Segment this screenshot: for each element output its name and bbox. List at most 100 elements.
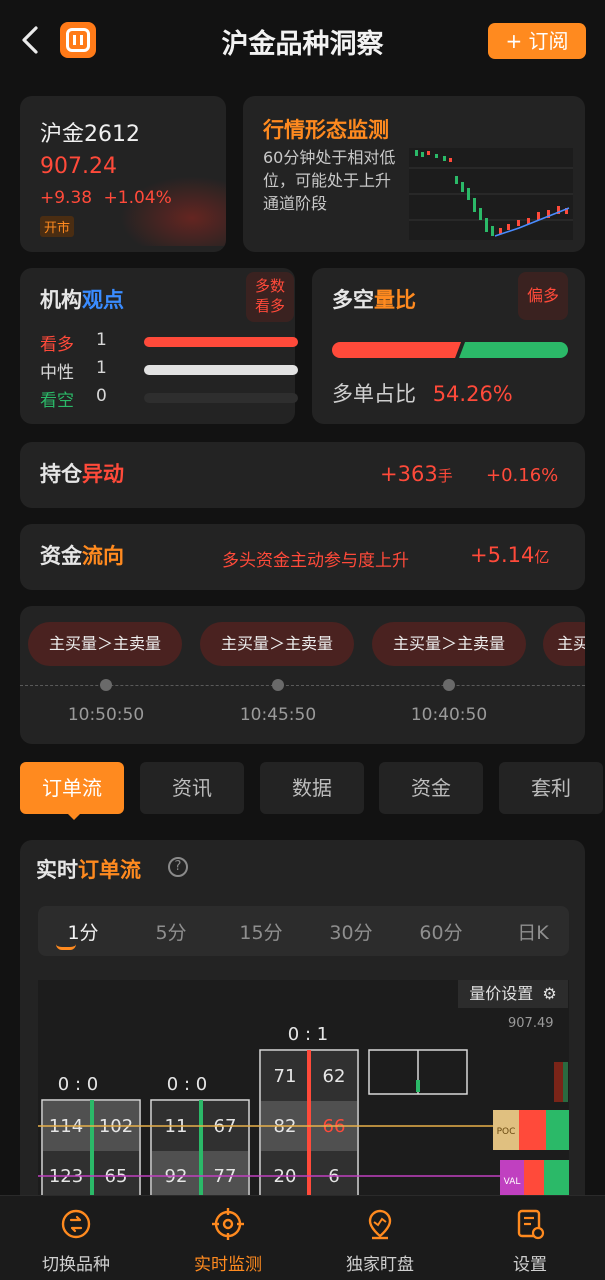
timeline-time: 10:45:50 xyxy=(239,705,317,725)
ratio-tag: 偏多 xyxy=(518,272,568,320)
flow-value-number: +5.14 xyxy=(470,543,535,567)
timeline-signal-pill[interactable]: 主买量＞主卖量 xyxy=(28,622,182,666)
timeline-dot xyxy=(272,679,284,691)
pattern-monitor-card[interactable]: 行情形态监测 60分钟处于相对低位，可能处于上升通道阶段 xyxy=(243,96,585,252)
timeline-time: 10:50:50 xyxy=(67,705,145,725)
nav-label: 设置 xyxy=(513,1255,547,1275)
last-price: 907.24 xyxy=(40,154,117,179)
header-bar: 沪金品种洞察 + 订阅 xyxy=(0,0,605,80)
signal-timeline[interactable]: 主买量＞主卖量 主买量＞主卖量 主买量＞主卖量 主买 10:50:50 10:4… xyxy=(20,606,585,744)
nav-label: 切换品种 xyxy=(42,1255,110,1275)
period-15m[interactable]: 15分 xyxy=(226,918,296,945)
long-ratio-value: 54.26% xyxy=(432,382,513,406)
period-day[interactable]: 日K xyxy=(498,918,568,945)
institution-views-card[interactable]: 机构观点 多数 看多 看多 1 中性 1 看空 0 xyxy=(20,268,298,424)
price-change-pct: +1.04% xyxy=(103,188,172,208)
views-title-a: 机构 xyxy=(40,288,82,312)
long-short-ratio-card[interactable]: 多空量比 偏多 多单占比 54.26% xyxy=(312,268,585,424)
position-change-unit: 手 xyxy=(437,467,453,485)
bottom-navigation: 切换品种 实时监测 独家盯盘 设置 xyxy=(0,1195,605,1280)
views-tag-line1: 多数 xyxy=(254,277,285,295)
period-5m[interactable]: 5分 xyxy=(136,918,206,945)
quote-card[interactable]: 沪金2612 907.24 +9.38 +1.04% 开市 xyxy=(20,96,226,252)
open-interest-card[interactable]: 持仓异动 +363手 +0.16% xyxy=(20,442,585,508)
view-row-count: 1 xyxy=(96,330,107,350)
view-row-bar xyxy=(144,393,298,403)
flow-title: 资金流向 xyxy=(40,540,124,570)
tab-news[interactable]: 资讯 xyxy=(140,762,244,814)
view-row-count: 1 xyxy=(96,358,107,378)
view-row-bar xyxy=(144,365,298,375)
poc-label: POC xyxy=(497,1127,516,1137)
timeline-dot xyxy=(443,679,455,691)
views-title: 机构观点 xyxy=(40,284,124,314)
period-60m[interactable]: 60分 xyxy=(406,918,476,945)
period-30m[interactable]: 30分 xyxy=(316,918,386,945)
view-row-bear: 看空 0 xyxy=(40,386,300,411)
tab-data[interactable]: 数据 xyxy=(260,762,364,814)
footprint-column-header: 0 : 1 xyxy=(288,1024,328,1045)
ratio-title: 多空量比 xyxy=(332,284,416,314)
volume-profile-bar xyxy=(546,1110,569,1150)
ratio-title-a: 多空 xyxy=(332,288,374,312)
view-row-label: 看多 xyxy=(40,335,74,355)
market-status-badge: 开市 xyxy=(40,216,75,237)
volume-profile-bar xyxy=(519,1110,546,1150)
footprint-column-header: 0 : 0 xyxy=(167,1074,207,1095)
view-row-label: 看空 xyxy=(40,391,74,411)
active-period-indicator xyxy=(56,944,76,950)
help-icon[interactable]: ? xyxy=(168,857,188,877)
price-change-abs: +9.38 xyxy=(40,188,93,208)
position-title: 持仓异动 xyxy=(40,458,124,488)
timeline-signal-pill[interactable]: 主买量＞主卖量 xyxy=(200,622,354,666)
views-tag-line2: 看多 xyxy=(254,297,285,315)
view-row-fill xyxy=(144,337,298,347)
position-change-value: +363 xyxy=(380,462,438,486)
decorative-glow xyxy=(120,176,226,246)
view-row-neutral: 中性 1 xyxy=(40,358,300,383)
position-title-b: 异动 xyxy=(82,462,124,486)
mini-kline-chart xyxy=(409,148,573,240)
volume-profile-bar xyxy=(544,1160,569,1200)
long-ratio-line: 多单占比 54.26% xyxy=(332,378,513,408)
flow-title-b: 流向 xyxy=(82,544,124,568)
views-title-b: 观点 xyxy=(82,288,124,312)
contract-symbol: 沪金2612 xyxy=(40,122,140,147)
volume-profile-bar xyxy=(563,1062,568,1102)
short-segment xyxy=(459,342,568,358)
map-pin-icon xyxy=(368,1209,392,1240)
orderflow-title-a: 实时 xyxy=(36,858,78,882)
orderflow-title: 实时订单流 xyxy=(36,854,141,884)
tab-funds[interactable]: 资金 xyxy=(379,762,483,814)
switch-product-icon xyxy=(61,1209,91,1239)
pattern-title: 行情形态监测 xyxy=(263,118,389,142)
tab-arbitrage[interactable]: 套利 xyxy=(499,762,603,814)
flow-title-a: 资金 xyxy=(40,544,82,568)
view-row-bar xyxy=(144,337,298,347)
position-change-pct: +0.16% xyxy=(486,465,559,486)
footprint-column-header: 0 : 0 xyxy=(58,1074,98,1095)
val-label: VAL xyxy=(504,1177,521,1187)
timeline-signal-pill[interactable]: 主买 xyxy=(543,622,585,666)
timeline-signal-pill[interactable]: 主买量＞主卖量 xyxy=(372,622,526,666)
footprint-cell: 71 xyxy=(274,1066,297,1087)
fund-flow-card[interactable]: 资金流向 多头资金主动参与度上升 +5.14亿 xyxy=(20,524,585,590)
flow-value: +5.14亿 xyxy=(470,543,549,567)
view-row-bull: 看多 1 xyxy=(40,330,300,355)
footprint-cell: 62 xyxy=(323,1066,346,1087)
period-selector: 1分 5分 15分 30分 60分 日K xyxy=(38,906,569,956)
settings-document-icon xyxy=(517,1209,545,1240)
orderflow-title-b: 订单流 xyxy=(78,858,141,882)
period-1m[interactable]: 1分 xyxy=(48,918,118,945)
price-change: +9.38 +1.04% xyxy=(40,188,172,208)
long-short-bar xyxy=(332,342,568,358)
volume-profile-bar xyxy=(524,1160,544,1200)
tab-order-flow[interactable]: 订单流 xyxy=(20,762,124,814)
subscribe-button[interactable]: + 订阅 xyxy=(488,23,586,59)
ratio-title-b: 量比 xyxy=(374,288,416,312)
flow-description: 多头资金主动参与度上升 xyxy=(222,551,409,571)
long-segment xyxy=(332,342,462,358)
view-row-label: 中性 xyxy=(40,363,74,383)
timeline-dot xyxy=(100,679,112,691)
position-title-a: 持仓 xyxy=(40,462,82,486)
